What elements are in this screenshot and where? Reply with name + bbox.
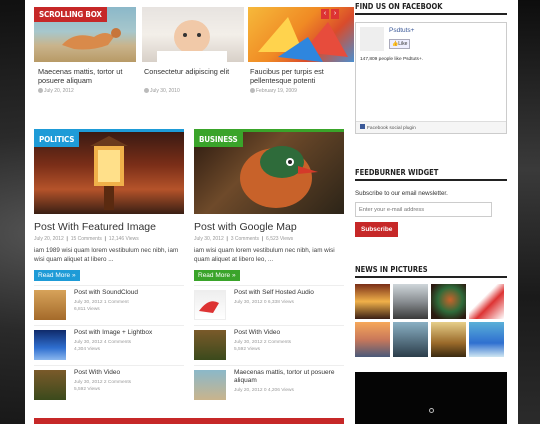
- scroll-title-1[interactable]: Maecenas mattis, tortor ut posuere aliqu…: [38, 67, 140, 85]
- list-item-meta: July 30, 2012 4 Comments 4,304 Views: [74, 340, 132, 352]
- list-item[interactable]: Post With Video July 30, 2012 2 Comments…: [194, 325, 344, 362]
- scroll-date-3: February 19, 2009: [250, 88, 297, 94]
- scroll-title-2[interactable]: Consectetur adipiscing elit: [144, 67, 246, 76]
- list-item[interactable]: Post with Image + Lightbox July 30, 2012…: [34, 325, 184, 362]
- email-field[interactable]: [355, 202, 492, 217]
- audio-thumb: [194, 290, 226, 320]
- scroll-date-2: July 30, 2010: [144, 88, 180, 94]
- psdtuts-logo-icon: [360, 27, 384, 51]
- fb-page-name[interactable]: Psdtuts+: [389, 27, 414, 34]
- politics-column: POLITICS Post With Featured Image July 2…: [34, 129, 184, 402]
- scroll-thumb-2[interactable]: [142, 7, 244, 62]
- scrolling-box-label: SCROLLING BOX: [34, 7, 107, 22]
- fb-social-plugin: Facebook social plugin: [356, 121, 506, 133]
- business-post-title[interactable]: Post with Google Map: [194, 221, 344, 233]
- next-section-bar: [34, 418, 344, 424]
- facebook-widget-title: FIND US ON FACEBOOK: [355, 2, 507, 15]
- list-item-meta: July 20, 2012 0 4,206 Views: [234, 388, 294, 393]
- politics-post-excerpt: iam 1989 wisi quam lorem vestibulum nec …: [34, 247, 179, 263]
- picture-grid: [355, 284, 507, 357]
- list-item-meta: July 30, 2012 0 6,338 Views: [234, 300, 294, 305]
- facebook-widget: FIND US ON FACEBOOK Psdtuts+ 👍Like 147,8…: [355, 2, 507, 134]
- list-item-title[interactable]: Post with Image + Lightbox: [74, 329, 184, 337]
- feedburner-widget: FEEDBURNER WIDGET Subscribe to our email…: [355, 168, 507, 237]
- clock-icon: [38, 88, 43, 94]
- picture-lantern[interactable]: [355, 284, 390, 319]
- picture-wave[interactable]: [469, 322, 504, 357]
- picture-sunset[interactable]: [355, 322, 390, 357]
- business-label: BUSINESS: [194, 132, 243, 147]
- loading-spinner-icon: [429, 408, 434, 413]
- dog-thumb: [194, 370, 226, 400]
- feedburner-widget-title: FEEDBURNER WIDGET: [355, 168, 507, 181]
- list-item-title[interactable]: Post with SoundCloud: [74, 289, 184, 297]
- scroll-title-3[interactable]: Faucibus per turpis est pellentesque pot…: [250, 67, 352, 85]
- news-in-pictures-widget: NEWS IN PICTURES: [355, 265, 507, 357]
- clock-icon: [144, 88, 149, 94]
- clock-icon: [250, 88, 255, 94]
- scroll-next-button[interactable]: ›: [331, 9, 339, 19]
- fb-like-button[interactable]: 👍Like: [389, 39, 411, 49]
- business-read-more-button[interactable]: Read More »: [194, 270, 240, 281]
- scroll-prev-button[interactable]: ‹: [321, 9, 329, 19]
- content-page: SCROLLING BOX ‹ › Maecenas mattis, torto…: [25, 0, 518, 424]
- video-player[interactable]: [355, 372, 507, 424]
- list-item-title[interactable]: Post With Video: [74, 369, 184, 377]
- facebook-icon: [360, 124, 365, 129]
- list-item[interactable]: Post with Self Hosted Audio July 30, 201…: [194, 285, 344, 322]
- list-item-meta: July 30, 2012 1 Comment 6,811 Views: [74, 300, 129, 312]
- video-thumb: [194, 330, 226, 360]
- picture-window[interactable]: [431, 322, 466, 357]
- list-item-meta: July 30, 2012 2 Comments 5,592 Views: [74, 380, 132, 392]
- subscribe-button[interactable]: Subscribe: [355, 222, 399, 237]
- list-item[interactable]: Post with SoundCloud July 30, 2012 1 Com…: [34, 285, 184, 322]
- business-post-meta: July 30, 2012 ❙ 3 Comments ❙ 6,523 Views: [194, 236, 294, 242]
- list-item-meta: July 30, 2012 2 Comments 5,592 Views: [234, 340, 292, 352]
- facebook-like-box: Psdtuts+ 👍Like 147,809 people like Psdtu…: [355, 22, 507, 134]
- picture-red-white[interactable]: [469, 284, 504, 319]
- pictures-widget-title: NEWS IN PICTURES: [355, 265, 507, 278]
- feedburner-text: Subscribe to our email newsletter.: [355, 190, 448, 197]
- list-item-title[interactable]: Post With Video: [234, 329, 344, 337]
- list-item[interactable]: Maecenas mattis, tortor ut posuere aliqu…: [194, 365, 344, 402]
- business-column: BUSINESS Post with Google Map July 30, 2…: [194, 129, 344, 402]
- fb-like-count: 147,809 people like Psdtuts+.: [360, 57, 424, 62]
- baby-photo: [157, 20, 227, 62]
- picture-duck[interactable]: [431, 284, 466, 319]
- scroll-date-1: July 20, 2012: [38, 88, 74, 94]
- picture-train[interactable]: [393, 284, 428, 319]
- video-thumb: [34, 370, 66, 400]
- picture-mountains[interactable]: [393, 322, 428, 357]
- lightbox-thumb: [34, 330, 66, 360]
- politics-read-more-button[interactable]: Read More »: [34, 270, 80, 281]
- list-item-title[interactable]: Maecenas mattis, tortor ut posuere aliqu…: [234, 369, 344, 385]
- business-post-excerpt: iam wisi quam lorem vestibulum nec nibh,…: [194, 247, 335, 263]
- soundcloud-thumb: [34, 290, 66, 320]
- politics-post-meta: July 20, 2012 ❙ 15 Comments ❙ 12,146 Vie…: [34, 236, 139, 242]
- politics-label: POLITICS: [34, 132, 80, 147]
- politics-hero-image[interactable]: POLITICS: [34, 132, 184, 214]
- list-item-title[interactable]: Post with Self Hosted Audio: [234, 289, 344, 297]
- business-hero-image[interactable]: BUSINESS: [194, 132, 344, 214]
- politics-post-title[interactable]: Post With Featured Image: [34, 221, 184, 233]
- scrolling-box: SCROLLING BOX ‹ › Maecenas mattis, torto…: [34, 7, 368, 102]
- list-item[interactable]: Post With Video July 30, 2012 2 Comments…: [34, 365, 184, 402]
